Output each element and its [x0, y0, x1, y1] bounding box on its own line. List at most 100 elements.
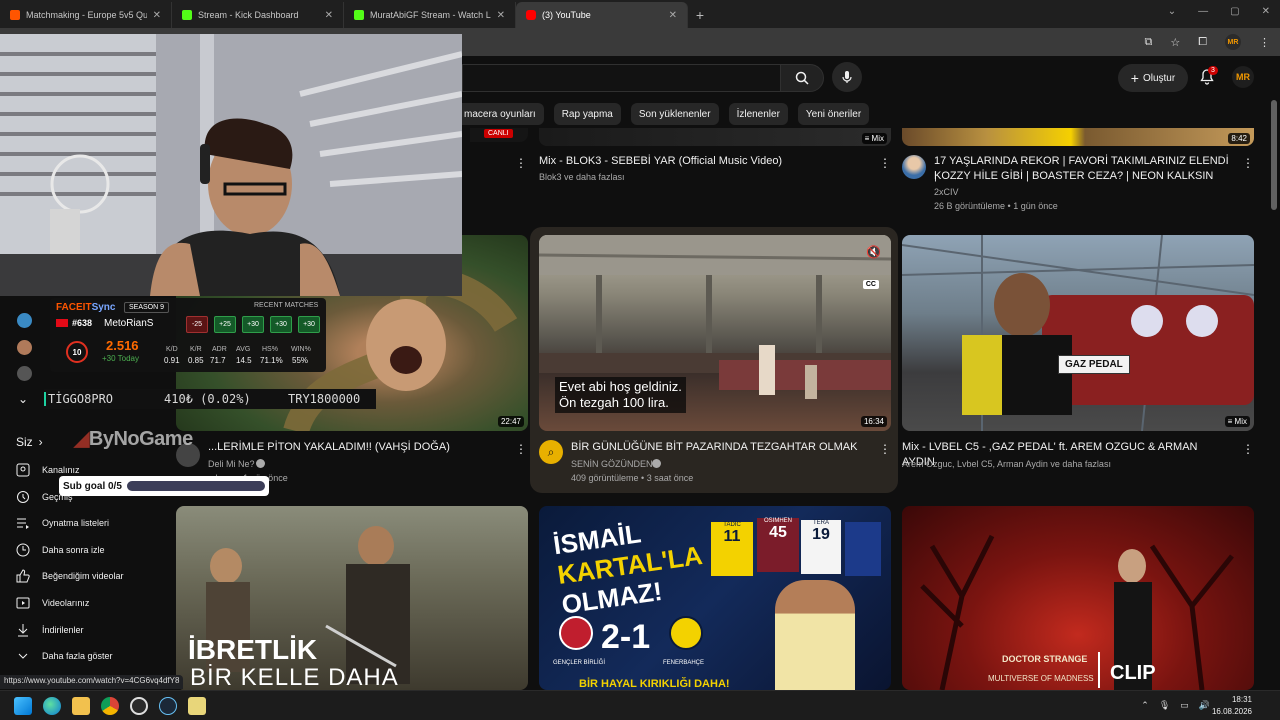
cast-icon[interactable]: ⧉ [1144, 36, 1152, 49]
steam-icon[interactable] [159, 697, 177, 715]
minimize-icon[interactable]: — [1198, 6, 1208, 17]
windows-start-icon[interactable] [14, 697, 32, 715]
search-button[interactable] [780, 64, 824, 92]
video-channel[interactable]: 2xCIV [934, 185, 959, 199]
page-scrollbar[interactable] [1271, 100, 1277, 210]
search-input[interactable] [462, 64, 780, 92]
screen: Matchmaking - Europe 5v5 Qu ✕ Stream - K… [0, 0, 1280, 720]
video-title[interactable]: Mix - BLOK3 - SEBEBİ YAR (Official Music… [539, 154, 869, 169]
maximize-icon[interactable]: ▢ [1230, 6, 1239, 17]
close-tab-icon[interactable]: ✕ [669, 10, 677, 21]
chevron-down-icon[interactable]: ⌄ [18, 392, 28, 406]
file-explorer-icon[interactable] [72, 697, 90, 715]
stat-value: 0.91 [164, 356, 180, 365]
sidebar-section-you[interactable]: Siz › [16, 432, 43, 452]
search-icon [795, 71, 809, 85]
chip-new-to-you[interactable]: Yeni öneriler [797, 103, 870, 125]
sidebar-item-watch-later[interactable]: Daha sonra izle [16, 540, 105, 560]
microphone-icon[interactable]: 🎙 [1159, 700, 1170, 711]
tab-title: (3) YouTube [542, 10, 591, 20]
chip-adventure-games[interactable]: macera oyunları [456, 103, 544, 125]
video-thumbnail-doctor-strange[interactable]: DOCTOR STRANGE MULTIVERSE OF MADNESS CLI… [902, 506, 1254, 690]
account-avatar[interactable]: MR [1232, 66, 1254, 88]
video-title[interactable]: BİR GÜNLÜĞÜNE BİT PAZARINDA TEZGAHTAR OL… [571, 440, 871, 455]
team-crest [669, 616, 703, 650]
chip-rap[interactable]: Rap yapma [553, 103, 621, 125]
bookmark-star-icon[interactable]: ☆ [1170, 36, 1180, 49]
chevron-down-icon[interactable]: ⌄ [1168, 6, 1176, 17]
more-options-icon[interactable]: ⋮ [879, 442, 891, 456]
video-title[interactable]: ...LERİMLE PİTON YAKALADIM!! (VAHŞİ DOĞA… [208, 440, 508, 455]
video-channel[interactable]: SENİN GÖZÜNDEN [571, 457, 653, 471]
video-thumbnail-top-center[interactable]: ≡ Mix [539, 128, 891, 146]
chrome-icon[interactable] [101, 697, 119, 715]
tab-kick-stream[interactable]: MuratAbiGF Stream - Watch Li ✕ [344, 2, 516, 28]
more-options-icon[interactable]: ⋮ [1242, 442, 1254, 456]
display-icon[interactable]: ▭ [1180, 700, 1189, 711]
webcam-overlay [0, 34, 462, 296]
close-window-icon[interactable]: ✕ [1262, 6, 1270, 17]
voice-search-button[interactable] [832, 62, 862, 92]
video-thumbnail-fenerbahce[interactable]: İSMAİL KARTAL'LA OLMAZ! TADIC 11 OSIMHEN 4… [539, 506, 891, 690]
obs-icon[interactable] [130, 697, 148, 715]
video-thumbnail-gaz-pedal[interactable]: GAZ PEDAL ≡ Mix [902, 235, 1254, 431]
channel-avatar[interactable]: ⌕ [539, 440, 563, 464]
close-tab-icon[interactable]: ✕ [497, 10, 505, 21]
stat-value: 0.85 [188, 356, 204, 365]
ticker-change: 410₺ (0.02%) [164, 392, 251, 406]
app-icon[interactable] [188, 697, 206, 715]
live-thumbnail-top-left[interactable]: CANLI [470, 128, 528, 142]
tab-kick-dashboard[interactable]: Stream - Kick Dashboard ✕ [172, 2, 344, 28]
closed-captions-button[interactable]: CC [862, 280, 879, 289]
sidebar-item-show-more[interactable]: Daha fazla göster [16, 646, 113, 666]
more-options-icon[interactable]: ⋮ [515, 156, 527, 170]
close-tab-icon[interactable]: ✕ [325, 10, 333, 21]
profile-avatar[interactable]: MR [1225, 34, 1241, 50]
video-thumbnail-kurulus[interactable]: İBRETLİK BİR KELLE DAHA [176, 506, 528, 690]
mix-badge-label: Mix [871, 134, 884, 143]
channel-avatar[interactable] [902, 155, 926, 179]
edge-icon[interactable] [43, 697, 61, 715]
video-preview-flea-market[interactable]: 🔇 CC Evet abi hoş geldiniz. Ön tezgah 10… [539, 235, 891, 431]
taskbar-clock[interactable]: 18:31 16.08.2026 [1212, 694, 1252, 718]
tab-youtube[interactable]: (3) YouTube ✕ [516, 2, 688, 28]
browser-tab-bar: Matchmaking - Europe 5v5 Qu ✕ Stream - K… [0, 0, 1280, 28]
tab-faceit[interactable]: Matchmaking - Europe 5v5 Qu ✕ [0, 2, 172, 28]
create-button[interactable]: + Oluştur [1118, 64, 1188, 92]
more-options-icon[interactable]: ⋮ [1242, 156, 1254, 170]
create-label: Oluştur [1142, 72, 1176, 84]
chip-watched[interactable]: İzlenenler [728, 103, 788, 125]
chip-recently-uploaded[interactable]: Son yüklenenler [630, 103, 719, 125]
sidebar-item-liked-videos[interactable]: Beğendiğim videolar [16, 566, 124, 586]
chevron-up-icon[interactable]: ⌃ [1141, 700, 1149, 711]
duration-badge: 16:34 [860, 416, 887, 427]
ticker-amount: TRY1800000 [288, 392, 361, 406]
video-channel[interactable]: Blok3 ve daha fazlası [539, 170, 625, 184]
season-badge: SEASON 9 [124, 302, 170, 313]
video-title-line2[interactable]: KOZZY HİLE GİBİ | BOASTER CEZA? | NEON K… [934, 169, 1234, 184]
video-channel[interactable]: Deli Mi Ne? [208, 457, 255, 471]
subscription-avatar[interactable] [17, 313, 32, 328]
extensions-icon[interactable]: ⧠ [1198, 36, 1207, 49]
sub-goal-progress-bar [126, 481, 265, 491]
more-options-icon[interactable]: ⋮ [879, 156, 891, 170]
volume-icon[interactable]: 🔊 [1199, 700, 1210, 711]
elo-today: +30 Today [102, 354, 139, 363]
sidebar-item-your-videos[interactable]: Videolarınız [16, 593, 89, 613]
subscription-avatar[interactable] [17, 366, 32, 381]
subscription-avatar[interactable] [17, 340, 32, 355]
bynogame-logo: ◢ByNoGame [74, 426, 193, 451]
team-name: FENERBAHÇE [663, 660, 705, 666]
new-tab-button[interactable]: + [688, 2, 712, 28]
menu-dots-icon[interactable]: ⋮ [1259, 36, 1270, 49]
video-thumbnail-top-right[interactable]: 8:42 [902, 128, 1254, 146]
caption-line: Ön tezgah 100 lira. [559, 395, 669, 410]
mute-icon[interactable]: 🔇 [866, 245, 881, 259]
more-options-icon[interactable]: ⋮ [515, 442, 527, 456]
video-icon [16, 597, 30, 609]
sub-goal-label: Sub goal 0/5 [63, 480, 122, 492]
sidebar-item-playlists[interactable]: Oynatma listeleri [16, 513, 109, 533]
sidebar-item-downloads[interactable]: İndirilenler [16, 620, 84, 640]
faceit-widget: FACEITSync SEASON 9 RECENT MATCHES #638 … [50, 298, 326, 372]
close-tab-icon[interactable]: ✕ [153, 10, 161, 21]
